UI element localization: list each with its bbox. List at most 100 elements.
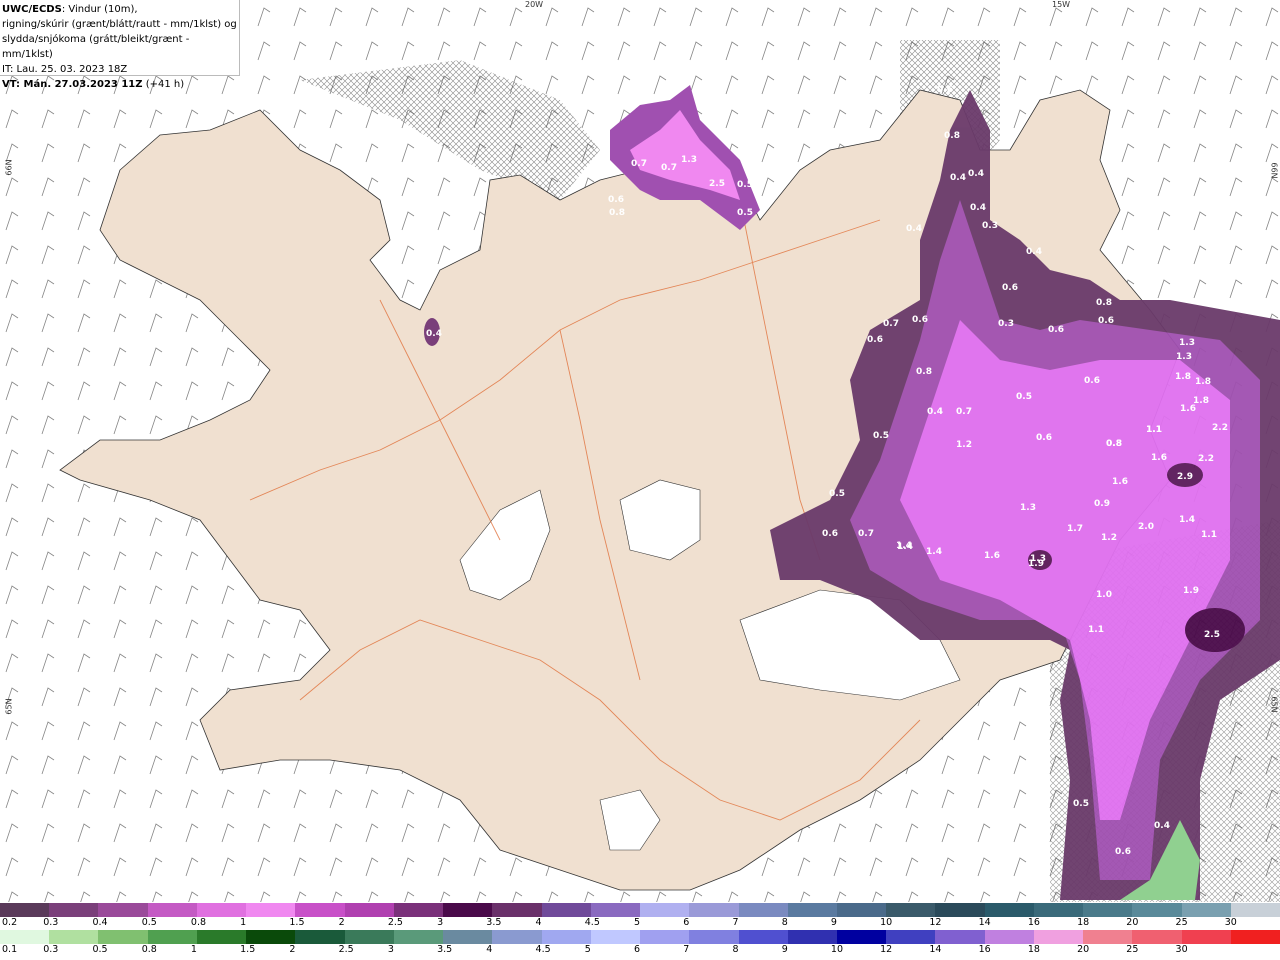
- precip-value: 1.8: [1193, 396, 1209, 406]
- precip-value: 0.8: [609, 208, 625, 218]
- legend-label: 10: [830, 944, 844, 955]
- precip-value: 0.5: [829, 489, 845, 499]
- legend-swatch: [689, 903, 739, 917]
- legend-label: 1.5: [240, 944, 256, 955]
- legend-snow: 0.2 0.3 0.4 0.5 0.8 1 1.5 2 2.5 3 3.5 4 4.5 5 6 7 8 9 10 12…: [0, 903, 1280, 930]
- legend-swatch: [98, 903, 148, 917]
- info-line-5: VT: Mán. 27.03.2023 11Z (+41 h): [2, 79, 185, 90]
- latitude-label: 65N: [4, 698, 14, 715]
- precip-value: 0.9: [1094, 499, 1110, 509]
- latitude-label: 65N: [1269, 696, 1279, 713]
- legend-label: 9: [781, 944, 788, 955]
- precip-value: 0.6: [1115, 847, 1131, 857]
- legend-swatch: [49, 930, 99, 944]
- precip-value: 2.5: [709, 179, 725, 189]
- precip-value: 0.4: [1026, 247, 1042, 257]
- legend-rain-colorbar: [0, 930, 1280, 944]
- longitude-label: 15W: [1052, 0, 1071, 9]
- latitude-label: 66N: [1269, 162, 1279, 179]
- legend-swatch: [984, 930, 1034, 944]
- legend-swatch: [295, 930, 345, 944]
- precip-value: 1.1: [1201, 530, 1217, 540]
- precip-value: 1.3: [1030, 554, 1046, 564]
- legend-label: 12: [880, 944, 893, 955]
- legend-label: 2.5: [387, 917, 403, 928]
- precip-value: 1.3: [1179, 338, 1195, 348]
- longitude-label: 20W: [525, 0, 544, 9]
- precip-value: 1.7: [1067, 524, 1083, 534]
- legend-swatch: [984, 903, 1034, 917]
- precip-value: 0.7: [883, 319, 899, 329]
- legend-label: 4: [486, 944, 493, 955]
- precip-value: 0.7: [858, 529, 874, 539]
- precip-value: 0.6: [822, 529, 838, 539]
- legend-label: 5: [634, 917, 641, 928]
- precip-value: 1.8: [1175, 372, 1191, 382]
- legend-swatch: [443, 930, 493, 944]
- legend-swatch: [98, 930, 148, 944]
- precip-value: 2.5: [1204, 630, 1220, 640]
- legend-swatch: [1132, 930, 1182, 944]
- precip-value: 1.4: [1179, 515, 1195, 525]
- legend-label: 0.8: [190, 917, 207, 928]
- info-line-2: rigning/skúrir (grænt/blátt/rautt - mm/1…: [2, 19, 237, 30]
- weather-map: 0.6 0.8 0.4 0.4 0.4 0.3 0.4 0.6 0.3 0.8 …: [0, 0, 1280, 902]
- legend-swatch: [935, 930, 985, 944]
- legend-label: 4: [535, 917, 542, 928]
- legend-swatch: [886, 930, 936, 944]
- legend-swatch: [541, 903, 591, 917]
- legend-swatch: [196, 903, 247, 917]
- precip-value: 0.5: [737, 180, 753, 190]
- precip-value: 0.8: [916, 367, 932, 377]
- legend-label: 5: [584, 944, 591, 955]
- legend-swatch: [1033, 903, 1084, 917]
- legend-swatch: [787, 930, 837, 944]
- legend-label: 0.5: [92, 944, 108, 955]
- legend-label: 14: [978, 917, 991, 928]
- precip-value: 1.6: [1112, 477, 1128, 487]
- legend-label: 0.1: [2, 944, 18, 955]
- legend-label: 0.2: [2, 917, 18, 928]
- legend-label: 9: [830, 917, 837, 928]
- legend-swatch: [196, 930, 247, 944]
- legend-label: 10: [880, 917, 893, 928]
- precip-value: 0.6: [937, 85, 953, 95]
- legend-swatch: [443, 903, 493, 917]
- legend-label: 25: [1126, 944, 1139, 955]
- legend-swatch: [738, 903, 788, 917]
- precip-value: 1.4: [926, 547, 942, 557]
- legend-label: 1.5: [289, 917, 305, 928]
- legend-snow-labels: 0.2 0.3 0.4 0.5 0.8 1 1.5 2 2.5 3 3.5 4 4.5 5 6 7 8 9 10 12…: [0, 917, 1280, 930]
- legend-swatch: [836, 930, 887, 944]
- legend-label: 7: [683, 944, 690, 955]
- precip-value: 0.5: [873, 431, 889, 441]
- legend-swatch: [295, 903, 345, 917]
- precip-value: 0.4: [1154, 821, 1170, 831]
- info-line-1: UWC/ECDS: Vindur (10m),: [2, 4, 138, 15]
- precip-value: 1.0: [1096, 590, 1112, 600]
- legend-swatch: [640, 930, 690, 944]
- legend-label: 18: [1027, 944, 1040, 955]
- precip-value: 0.6: [1002, 283, 1018, 293]
- precip-value: 2.9: [1177, 472, 1193, 482]
- precip-value: 0.7: [631, 159, 647, 169]
- precip-value: 0.7: [956, 407, 972, 417]
- legend-swatch: [246, 930, 296, 944]
- legend-label: 14: [929, 944, 942, 955]
- precip-value: 0.8: [944, 131, 960, 141]
- precip-value: 0.4: [950, 173, 966, 183]
- legend-label: 20: [1126, 917, 1139, 928]
- precip-value: 1.2: [1101, 533, 1117, 543]
- precip-value: 0.5: [737, 208, 753, 218]
- precip-value: 0.8: [1106, 439, 1122, 449]
- legend-swatch: [1083, 903, 1133, 917]
- precip-value: 2.0: [1138, 522, 1154, 532]
- precip-value: 1.4: [896, 541, 912, 551]
- precip-value: 1.2: [956, 440, 972, 450]
- legend-swatch: [0, 930, 50, 944]
- legend-swatch: [590, 930, 641, 944]
- legend-swatch: [246, 903, 296, 917]
- legend-swatch: [1230, 930, 1280, 944]
- precip-value: 2.2: [1212, 423, 1228, 433]
- precip-value: 0.6: [1036, 433, 1052, 443]
